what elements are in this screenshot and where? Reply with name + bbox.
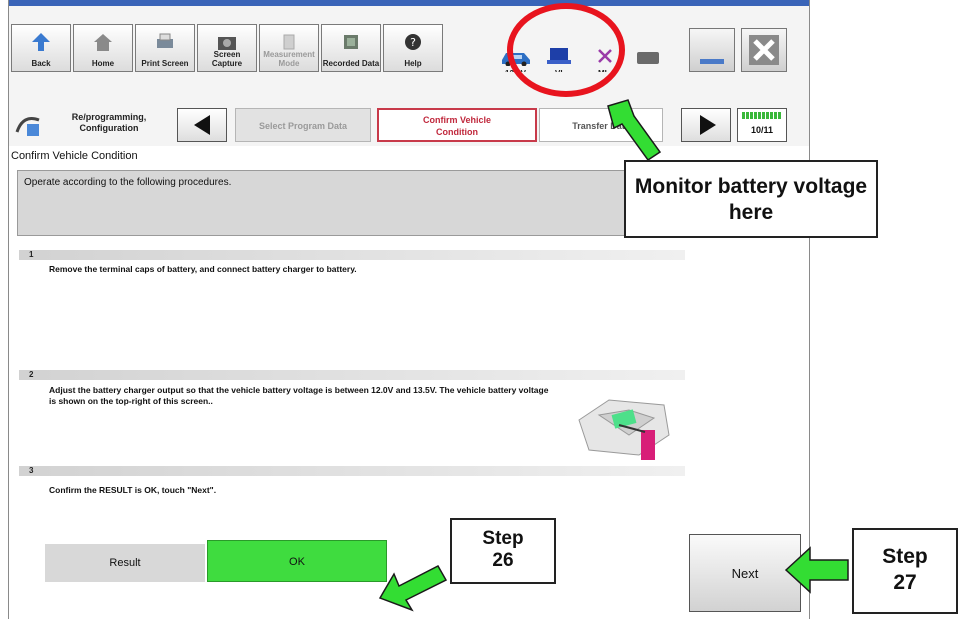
arrow-step27-icon	[784, 546, 849, 594]
monitor-callout-text: Monitor battery voltage here	[634, 175, 868, 224]
monitor-voltage-callout: Monitor battery voltage here	[624, 160, 878, 238]
arrow-monitor-icon	[607, 99, 662, 162]
arrow-step26-icon	[378, 565, 448, 612]
step27-number: 27	[893, 571, 917, 594]
highlight-circle	[507, 3, 625, 97]
step26-callout: Step 26	[450, 518, 556, 584]
step27-word: Step	[882, 545, 928, 568]
step26-word: Step	[482, 528, 524, 549]
step27-callout: Step 27	[852, 528, 958, 614]
step26-number: 26	[492, 550, 514, 571]
